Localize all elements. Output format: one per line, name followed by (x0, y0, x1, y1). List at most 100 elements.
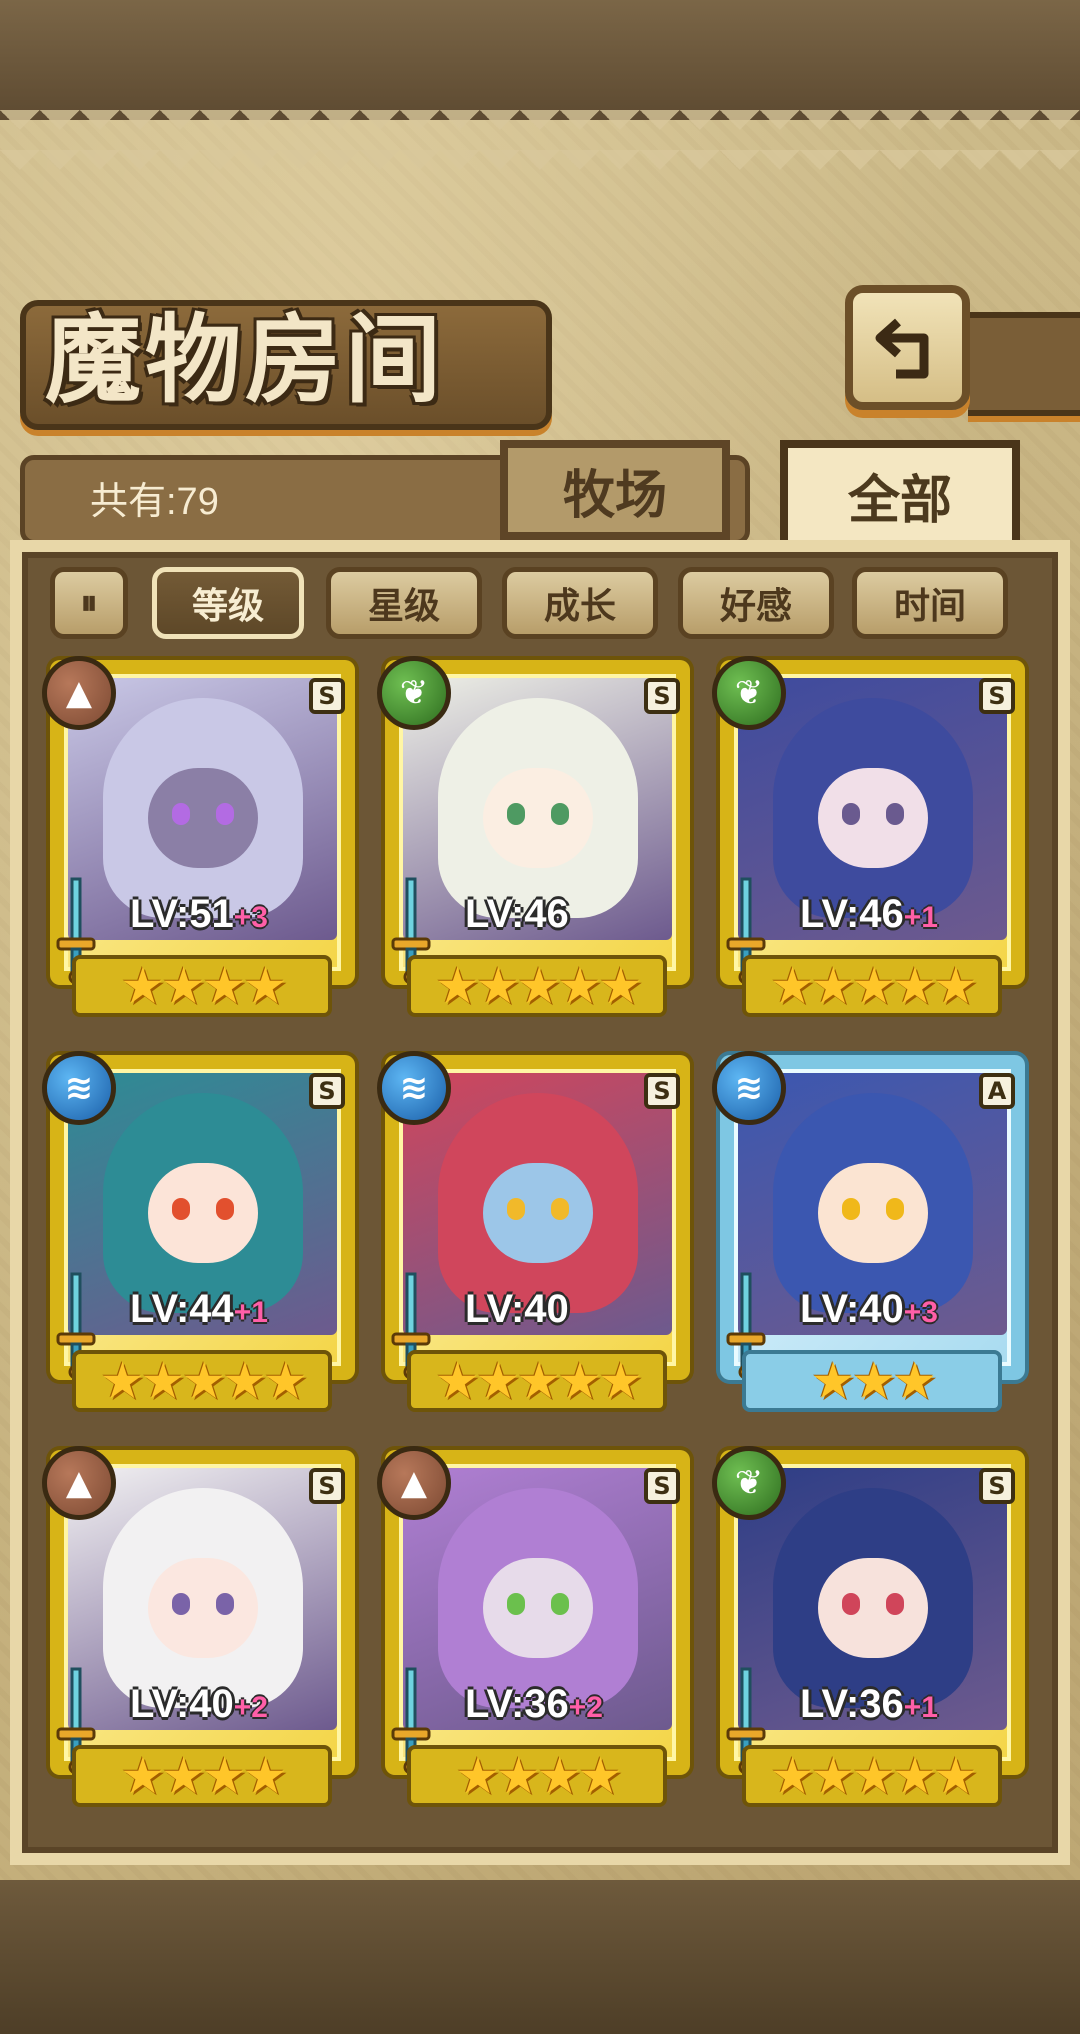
portrait-eye-left (507, 803, 525, 825)
rarity-badge: S (309, 1073, 345, 1109)
portrait-eye-left (507, 1198, 525, 1220)
back-button[interactable] (845, 285, 970, 410)
portrait-eye-left (842, 803, 860, 825)
water-element-icon: ≋ (377, 1051, 451, 1125)
sort-by-affection-button[interactable]: 好感 (678, 567, 834, 639)
portrait-eye-right (216, 803, 234, 825)
monster-card[interactable]: S ≋ LV:40 ★★★★★ (377, 1051, 690, 1420)
star-rating-bar: ★★★ (742, 1350, 1002, 1412)
portrait-eye-right (551, 1198, 569, 1220)
level-value: LV:46 (800, 892, 904, 936)
portrait-face (148, 1163, 258, 1263)
sort-label: 等级 (191, 586, 264, 627)
star-rating-bar: ★★★★ (72, 1745, 332, 1807)
star-rating-bar: ★★★★ (72, 955, 332, 1017)
monster-level: LV:36+2 (465, 1682, 603, 1727)
star-rating: ★★★ (810, 1352, 938, 1410)
level-value: LV:51 (130, 892, 234, 936)
bottom-map-strip (0, 1880, 1080, 2034)
level-value: LV:36 (465, 1682, 569, 1726)
sort-order-toggle[interactable]: ⏸ (50, 567, 128, 639)
portrait-eye-right (216, 1198, 234, 1220)
star-rating: ★★★★★ (769, 957, 978, 1015)
top-map-strip (0, 0, 1080, 120)
sort-by-level-button[interactable]: 等级 (152, 567, 304, 639)
tab-all[interactable]: 全部 (780, 440, 1020, 550)
portrait-face (818, 1558, 928, 1658)
rarity-badge: S (309, 678, 345, 714)
portrait-face (818, 1163, 928, 1263)
monster-card[interactable]: S ▲ LV:36+2 ★★★★ (377, 1446, 690, 1815)
sort-by-growth-button[interactable]: 成长 (502, 567, 658, 639)
rarity-badge: S (979, 678, 1015, 714)
zigzag-border-top (0, 110, 1080, 180)
wood-element-icon: ❦ (377, 656, 451, 730)
wood-element-icon: ❦ (712, 1446, 786, 1520)
monster-level: LV:46+1 (800, 892, 938, 937)
portrait-eye-left (172, 1593, 190, 1615)
sort-label: 好感 (719, 586, 792, 627)
rarity-badge: S (644, 678, 680, 714)
sort-label: 时间 (893, 586, 966, 627)
monster-card[interactable]: S ❦ LV:46+1 ★★★★★ (712, 656, 1025, 1025)
level-bonus: +1 (903, 901, 938, 934)
star-rating: ★★★★ (120, 1747, 287, 1805)
level-bonus: +2 (568, 1691, 603, 1724)
return-arrow-icon (875, 318, 928, 378)
portrait-face (148, 768, 258, 868)
monster-level: LV:51+3 (130, 892, 268, 937)
monster-level: LV:40+2 (130, 1682, 268, 1727)
level-bonus: +1 (233, 1296, 268, 1329)
monster-card[interactable]: S ≋ LV:44+1 ★★★★★ (42, 1051, 355, 1420)
sort-order-icon: ⏸ (80, 583, 98, 623)
portrait-eye-left (842, 1198, 860, 1220)
earth-element-icon: ▲ (42, 1446, 116, 1520)
portrait-face (483, 1163, 593, 1263)
star-rating-bar: ★★★★★ (742, 955, 1002, 1017)
star-rating: ★★★★ (455, 1747, 622, 1805)
monster-card[interactable]: S ❦ LV:46 ★★★★★ (377, 656, 690, 1025)
portrait-eye-left (842, 1593, 860, 1615)
rarity-badge: S (979, 1468, 1015, 1504)
tab-ranch[interactable]: 牧场 (500, 440, 730, 540)
rarity-badge: S (644, 1073, 680, 1109)
level-value: LV:44 (130, 1287, 234, 1331)
star-rating-bar: ★★★★★ (407, 955, 667, 1017)
level-value: LV:40 (800, 1287, 904, 1331)
portrait-eye-right (886, 803, 904, 825)
level-bonus: +3 (903, 1296, 938, 1329)
monster-card[interactable]: S ▲ LV:40+2 ★★★★ (42, 1446, 355, 1815)
star-rating: ★★★★★ (769, 1747, 978, 1805)
star-rating-bar: ★★★★★ (407, 1350, 667, 1412)
rarity-badge: S (309, 1468, 345, 1504)
star-rating-bar: ★★★★ (407, 1745, 667, 1807)
star-rating: ★★★★★ (99, 1352, 308, 1410)
portrait-face (483, 1558, 593, 1658)
level-value: LV:46 (465, 892, 569, 936)
back-button-tail (968, 312, 1080, 416)
tab-ranch-label: 牧场 (562, 465, 667, 526)
earth-element-icon: ▲ (42, 656, 116, 730)
monster-level: LV:40 (465, 1287, 569, 1332)
portrait-eye-right (216, 1593, 234, 1615)
level-value: LV:36 (800, 1682, 904, 1726)
water-element-icon: ≋ (42, 1051, 116, 1125)
star-rating-bar: ★★★★★ (742, 1745, 1002, 1807)
monster-level: LV:36+1 (800, 1682, 938, 1727)
monster-card[interactable]: S ❦ LV:36+1 ★★★★★ (712, 1446, 1025, 1815)
star-rating: ★★★★★ (434, 957, 643, 1015)
portrait-eye-left (172, 803, 190, 825)
monster-count: 共有:79 (90, 481, 219, 523)
monster-card[interactable]: A ≋ LV:40+3 ★★★ (712, 1051, 1025, 1420)
sort-label: 成长 (543, 586, 616, 627)
portrait-face (483, 768, 593, 868)
monster-level: LV:46 (465, 892, 569, 937)
sort-by-stars-button[interactable]: 星级 (326, 567, 482, 639)
earth-element-icon: ▲ (377, 1446, 451, 1520)
monster-level: LV:40+3 (800, 1287, 938, 1332)
portrait-eye-left (172, 1198, 190, 1220)
monster-card[interactable]: S ▲ LV:51+3 ★★★★ (42, 656, 355, 1025)
portrait-eye-right (551, 803, 569, 825)
sort-by-time-button[interactable]: 时间 (852, 567, 1008, 639)
water-element-icon: ≋ (712, 1051, 786, 1125)
